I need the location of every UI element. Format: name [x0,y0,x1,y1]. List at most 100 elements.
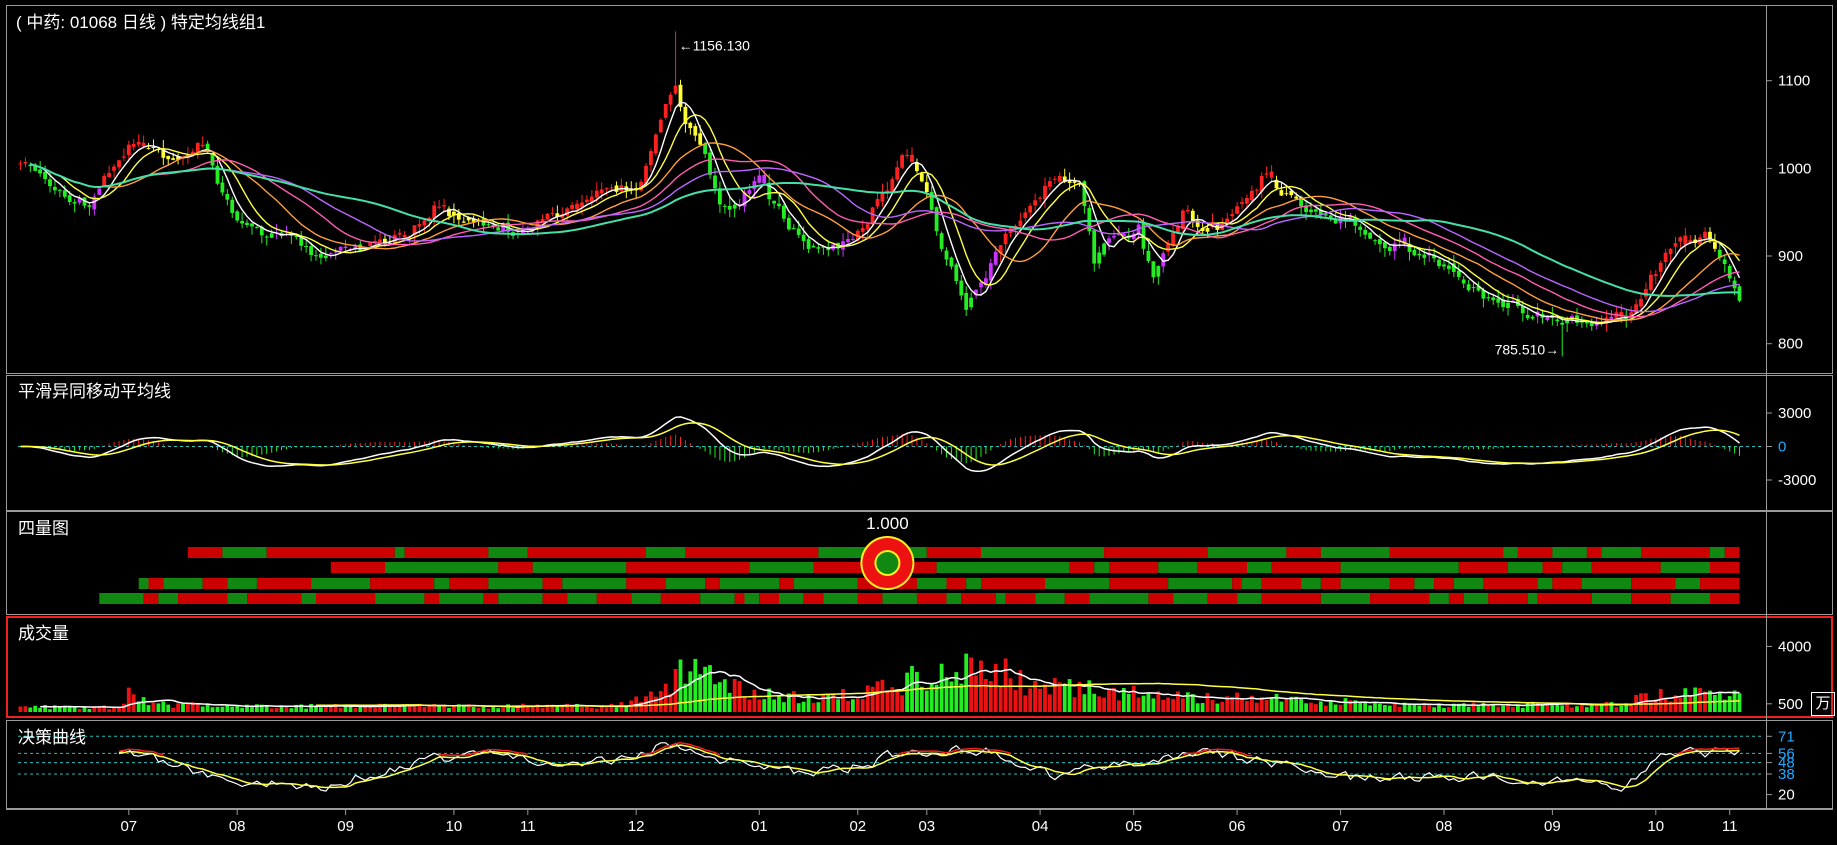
quadrant-segment [370,578,435,589]
quadrant-segment [966,578,981,589]
volume-bar [698,674,703,712]
candle-body [1678,237,1683,242]
decision-panel-frame[interactable] [6,720,1833,809]
quadrant-segment [1237,593,1262,604]
volume-bar [176,703,180,712]
macd-panel[interactable] [18,416,1762,473]
candle-body [269,233,274,238]
price-axis-tick-label: 1100 [1778,73,1810,90]
volume-bar [944,677,949,712]
volume-panel[interactable] [18,653,1742,712]
macd-panel-frame[interactable] [6,375,1833,511]
quadrant-segment [1503,547,1518,558]
quadrant-segment [779,593,804,604]
volume-bar [614,707,619,712]
quadrant-segment [99,593,144,604]
volume-unit-box[interactable]: 万 [1811,692,1835,716]
candle-body [1043,185,1047,200]
volume-bar [959,683,964,712]
candle-body [1314,209,1318,212]
macd-axis-tick-label: 3000 [1778,405,1811,422]
candle-body [1033,200,1037,206]
quadrant-segment [138,578,149,589]
candle-body [919,173,924,182]
volume-bar [447,708,451,712]
volume-bar [1112,687,1116,712]
volume-bar [860,699,865,712]
volume-bar [1678,697,1683,712]
quadrant-segment [1168,578,1233,589]
quadrant-segment [1601,547,1641,558]
volume-bar [1264,699,1269,712]
volume-bar [772,699,776,712]
volume-bar [1693,687,1698,712]
quadrant-segment [1724,547,1740,558]
decision-axis-tick-label: 71 [1778,728,1795,745]
quadrant-segment [1320,593,1371,604]
stock-chart-window: ←1156.130 785.510→ 1.000 07 08 09 10 11 12 01 02… [0,0,1837,840]
volume-bar [481,706,486,712]
volume-axis-tick-label: 500 [1778,696,1803,713]
candle-body [67,195,72,202]
quadrant-segment [1232,578,1243,589]
quadrant-segment [1453,578,1484,589]
quadrant-segment [981,578,1045,589]
volume-bar [220,706,225,712]
candle-body [53,186,57,191]
quadrant-segment [542,593,568,604]
volume-bar [1328,701,1333,712]
quadrant-segment [1631,578,1676,589]
candle-body [328,253,333,255]
quadrant-segment [1247,562,1272,573]
volume-bar [1584,707,1589,712]
quadrant-panel[interactable]: 1.000 [99,514,1740,604]
candle-body [570,205,574,209]
volume-bar [319,707,323,712]
volume-bar [1131,685,1136,712]
volume-bar [782,702,786,712]
high-price-marker: ←1156.130 [679,38,751,54]
candle-body [580,202,584,207]
quadrant-segment [187,547,223,558]
volume-bar [919,686,924,712]
candle-body [811,245,816,248]
low-price-marker: 785.510→ [1495,341,1560,357]
quadrant-segment [1552,578,1582,589]
quadrant-segment [857,593,883,604]
candle-body [1713,242,1717,249]
quadrant-segment [532,562,627,573]
candle-body [1230,214,1235,217]
quadrant-segment [916,578,947,589]
decision-panel[interactable] [18,735,1762,792]
candle-body [1737,286,1742,301]
quadrant-segment [1286,547,1321,558]
candle-body [496,227,501,231]
candle-body [1422,254,1427,258]
candle-body [1442,264,1446,267]
volume-bar [1333,704,1338,712]
candle-body [220,182,225,193]
volume-bar [1166,697,1170,712]
quadrant-segment [1710,547,1725,558]
volume-bar [1737,693,1742,712]
volume-panel-frame[interactable] [6,616,1833,718]
quadrant-segment [916,593,947,604]
volume-bar [373,707,377,712]
quadrant-segment [1109,578,1169,589]
price-panel[interactable]: ←1156.130 785.510→ [18,31,1742,358]
candle-body [323,255,328,259]
volume-bar [304,708,308,712]
volume-bar [1126,693,1131,712]
volume-bar [1387,705,1392,712]
quadrant-segment [222,547,267,558]
volume-bar [1304,703,1308,712]
x-axis-month-label: 05 [1125,818,1142,835]
candle-body [264,236,269,238]
quadrant-segment [1320,547,1390,558]
volume-bar [1067,679,1072,712]
volume-bar [186,703,190,712]
x-axis-month-label: 09 [1544,818,1561,835]
volume-bar [210,707,215,712]
volume-bar [422,706,427,712]
quadrant-segment [646,547,686,558]
